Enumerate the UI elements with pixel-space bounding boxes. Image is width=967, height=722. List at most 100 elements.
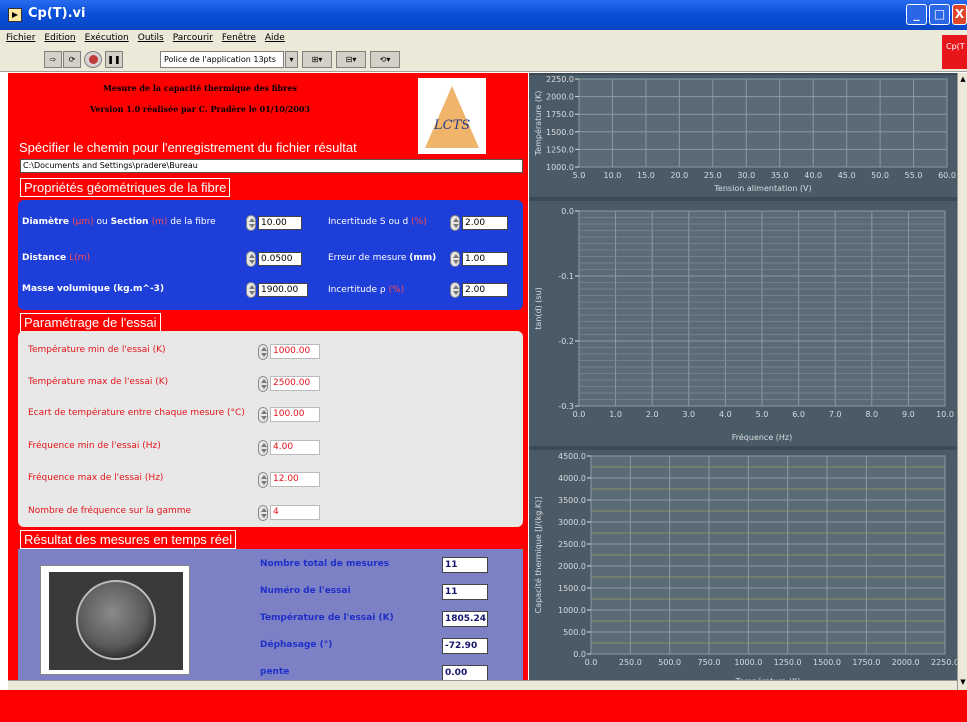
menu-aide[interactable]: Aide (259, 30, 288, 43)
incert-sd-input[interactable]: 2.00 (462, 216, 508, 230)
x-tick-label: 750.0 (698, 658, 721, 667)
test-number-value: 11 (442, 584, 488, 600)
graph-svg: 0.0 1.0 2.0 3.0 4.0 5.0 6.0 7.0 8.0 9.0 10.00.0-0.… (534, 207, 954, 442)
x-tick-label: 1500.0 (813, 658, 841, 667)
menu-parcourir[interactable]: Parcourir (167, 30, 216, 43)
y-tick-label: 1500.0 (546, 128, 574, 137)
path-input[interactable]: C:\Documents and Settings\pradere\Bureau (20, 159, 523, 173)
density-label: Masse volumique (kg.m^-3) (22, 284, 165, 294)
temp-min-input[interactable]: 1000.00 (270, 344, 320, 359)
scroll-down-icon[interactable]: ▼ (959, 678, 967, 688)
maximize-button[interactable]: □ (929, 4, 950, 25)
temp-max-spinner[interactable] (258, 376, 268, 392)
menu-fenetre[interactable]: Fenêtre (216, 30, 259, 43)
temp-step-label: Ecart de température entre chaque mesure… (28, 408, 245, 418)
incert-rho-input[interactable]: 2.00 (462, 283, 508, 297)
density-input[interactable]: 1900.00 (258, 283, 308, 297)
temp-step-spinner[interactable] (258, 407, 268, 423)
freq-min-label: Fréquence min de l'essai (Hz) (28, 441, 161, 451)
x-tick-label: 1.0 (609, 410, 622, 419)
vi-badge: Cp(T (942, 35, 967, 69)
freq-count-label: Nombre de fréquence sur la gamme (28, 506, 192, 516)
distance-input[interactable]: 0.0500 (258, 252, 302, 266)
x-tick-label: 1750.0 (852, 658, 880, 667)
temp-max-input[interactable]: 2500.00 (270, 376, 320, 391)
test-number-label: Numéro de l'essai (260, 586, 351, 596)
y-tick-label: -0.1 (558, 272, 574, 281)
diameter-spinner[interactable] (246, 215, 256, 231)
temp-step-input[interactable]: 100.00 (270, 407, 320, 422)
x-tick-label: 45.0 (838, 171, 856, 180)
y-tick-label: 1500.0 (558, 584, 586, 593)
y-tick-label: 1750.0 (546, 110, 574, 119)
phase-value: -72.90 (442, 638, 488, 654)
y-tick-label: 500.0 (563, 628, 586, 637)
menu-execution[interactable]: Exécution (79, 30, 132, 43)
incert-sd-spinner[interactable] (450, 215, 460, 231)
y-tick-label: 2500.0 (558, 540, 586, 549)
y-tick-label: 2000.0 (558, 562, 586, 571)
temp-min-spinner[interactable] (258, 344, 268, 360)
distribute-objects-icon[interactable]: ⊟▾ (336, 51, 366, 68)
x-tick-label: 60.0 (938, 171, 956, 180)
x-tick-label: 40.0 (804, 171, 822, 180)
geometry-panel: Diamètre (µm) ou Section (m) de la fibre… (18, 200, 523, 310)
lcts-logo: LCTS (418, 78, 486, 154)
distance-spinner[interactable] (246, 251, 256, 267)
reorder-icon[interactable]: ⟲▾ (370, 51, 400, 68)
freq-count-input[interactable]: 4 (270, 505, 320, 520)
vertical-scrollbar[interactable]: ▲ ▼ (957, 73, 967, 690)
x-tick-label: 250.0 (619, 658, 642, 667)
density-spinner[interactable] (246, 282, 256, 298)
abort-icon[interactable] (84, 51, 102, 68)
incert-rho-spinner[interactable] (450, 282, 460, 298)
close-button[interactable]: X (952, 4, 967, 25)
y-tick-label: -0.2 (558, 337, 574, 346)
y-tick-label: 1250.0 (546, 145, 574, 154)
x-tick-label: 50.0 (871, 171, 889, 180)
freq-count-spinner[interactable] (258, 505, 268, 521)
chevron-down-icon[interactable]: ▾ (285, 51, 298, 68)
y-tick-label: -0.3 (558, 402, 574, 411)
x-tick-label: 10.0 (604, 171, 622, 180)
graph-temp-vs-tension: 5.0 10.0 15.0 20.0 25.0 30.0 35.0 40.0 45.0 50.0 5… (529, 75, 957, 197)
freq-max-spinner[interactable] (258, 472, 268, 488)
fiber-image (40, 565, 190, 675)
pause-icon[interactable]: ❚❚ (105, 51, 123, 68)
freq-min-input[interactable]: 4.00 (270, 440, 320, 455)
x-tick-label: 2.0 (646, 410, 659, 419)
graph-cp-vs-temp: 0.0 250.0 500.0 750.0 1000.0 1250.0 1500.0 1750… (529, 450, 957, 690)
erreur-input[interactable]: 1.00 (462, 252, 508, 266)
minimize-button[interactable]: _ (906, 4, 927, 25)
y-tick-label: 1000.0 (546, 163, 574, 172)
slope-label: pente (260, 667, 290, 677)
scroll-up-icon[interactable]: ▲ (959, 75, 967, 85)
toolbar: ⇨ ⟳ ❚❚ Police de l'application 13pts ▾ ⊞… (0, 47, 967, 72)
erreur-spinner[interactable] (450, 251, 460, 267)
freq-min-spinner[interactable] (258, 440, 268, 456)
menu-fichier[interactable]: Fichier (0, 30, 38, 43)
temp-min-label: Température min de l'essai (K) (28, 345, 166, 355)
y-tick-label: 4000.0 (558, 474, 586, 483)
x-tick-label: 15.0 (637, 171, 655, 180)
x-tick-label: 0.0 (585, 658, 598, 667)
total-measures-value: 11 (442, 557, 488, 573)
test-temp-value: 1805.24 (442, 611, 488, 627)
x-tick-label: 8.0 (865, 410, 878, 419)
font-select[interactable]: Police de l'application 13pts (160, 51, 284, 68)
freq-max-input[interactable]: 12.00 (270, 472, 320, 487)
x-tick-label: 3.0 (682, 410, 695, 419)
align-objects-icon[interactable]: ⊞▾ (302, 51, 332, 68)
run-continuous-icon[interactable]: ⟳ (63, 51, 81, 68)
x-tick-label: 5.0 (756, 410, 769, 419)
x-tick-label: 25.0 (704, 171, 722, 180)
diameter-input[interactable]: 10.00 (258, 216, 302, 230)
menu-edition[interactable]: Edition (38, 30, 78, 43)
window-title: Cp(T).vi (28, 6, 86, 21)
menu-outils[interactable]: Outils (132, 30, 167, 43)
front-panel: Mesure de la capacité thermique des fibr… (8, 73, 528, 690)
horizontal-scrollbar[interactable] (8, 680, 957, 690)
freq-max-label: Fréquence max de l'essai (Hz) (28, 473, 164, 483)
graphs-area: 5.0 10.0 15.0 20.0 25.0 30.0 35.0 40.0 45.0 50.0 5… (529, 73, 957, 690)
run-arrow-icon[interactable]: ⇨ (44, 51, 62, 68)
